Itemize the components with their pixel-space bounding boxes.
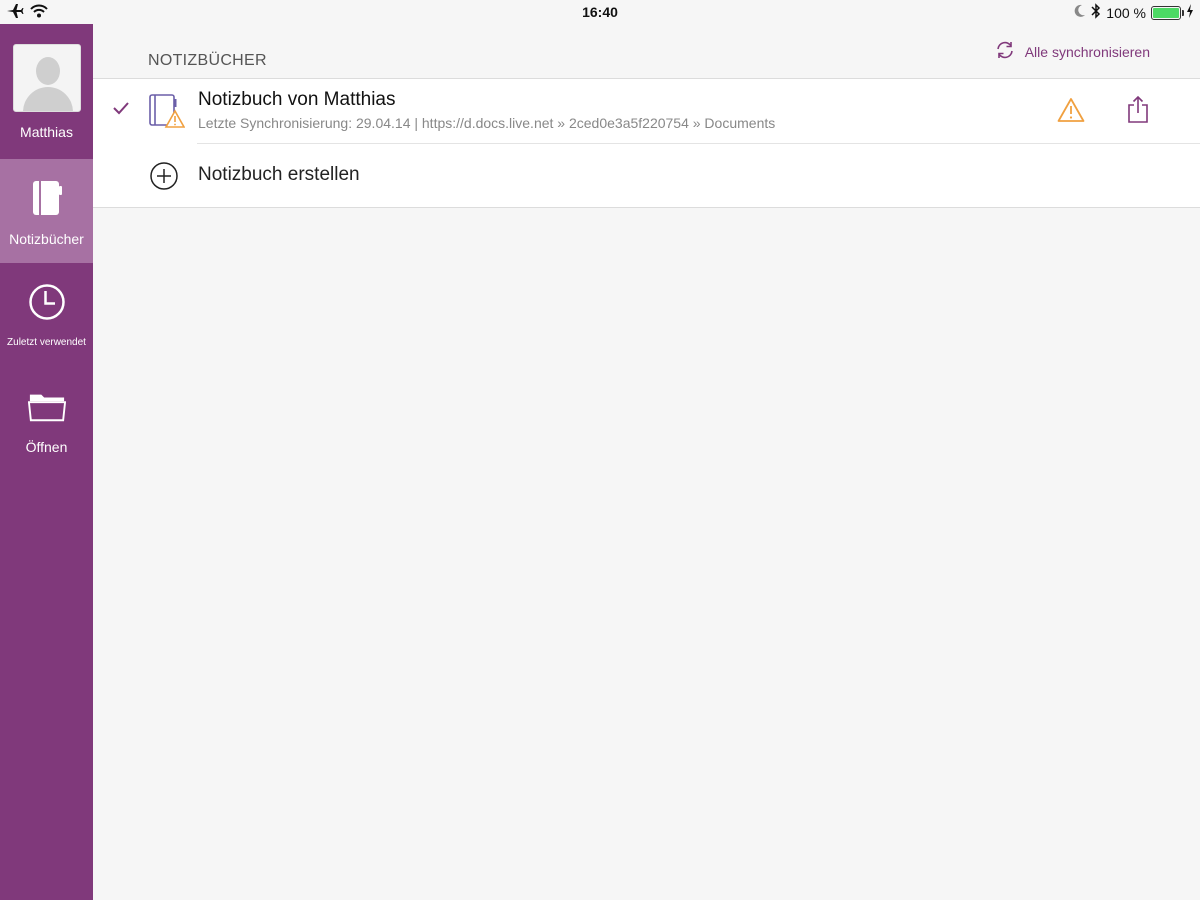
charging-icon	[1186, 4, 1194, 21]
battery-icon	[1151, 5, 1184, 20]
avatar-head	[35, 57, 60, 85]
main-content: NOTIZBÜCHER Alle synchronisieren Notizbu…	[93, 24, 1200, 900]
clock-icon	[28, 283, 66, 321]
avatar[interactable]	[12, 44, 81, 112]
sync-all-label: Alle synchronisieren	[1024, 43, 1150, 60]
profile[interactable]: Matthias	[0, 24, 93, 159]
notebook-list: Notizbuch von Matthias Letzte Synchronis…	[93, 78, 1200, 208]
checkmark-icon	[113, 101, 129, 120]
sidebar-item-notebooks[interactable]: Notizbücher	[0, 159, 93, 263]
notebook-row-content: Notizbuch von Matthias Letzte Synchronis…	[93, 79, 1200, 143]
share-icon[interactable]	[1127, 95, 1149, 128]
sidebar-item-label: Öffnen	[25, 439, 68, 455]
warning-icon[interactable]	[1057, 97, 1085, 128]
main-header: NOTIZBÜCHER Alle synchronisieren	[93, 24, 1200, 78]
notebook-row[interactable]: Notizbuch von Matthias Letzte Synchronis…	[93, 79, 1200, 143]
profile-name: Matthias	[20, 124, 73, 140]
sidebar: Matthias Notizbücher Zuletzt verwendet Ö…	[0, 24, 93, 900]
sync-all-button[interactable]: Alle synchronisieren	[995, 40, 1150, 63]
notebook-title: Notizbuch von Matthias	[198, 89, 396, 110]
moon-icon	[1074, 4, 1086, 21]
create-notebook-row[interactable]: Notizbuch erstellen	[150, 143, 1200, 207]
sidebar-item-label: Notizbücher	[9, 231, 84, 247]
notebook-warning-icon	[149, 93, 186, 134]
status-bar: 16:40 100 %	[0, 0, 1200, 24]
create-notebook-content: Notizbuch erstellen	[93, 144, 1200, 208]
battery-text: 100 %	[1106, 4, 1146, 21]
status-right: 100 %	[1074, 3, 1194, 22]
section-title: NOTIZBÜCHER	[148, 52, 267, 69]
notebook-sync-info: Letzte Synchronisierung: 29.04.14 | http…	[198, 115, 776, 131]
status-time: 16:40	[582, 4, 618, 20]
notebook-icon	[28, 179, 66, 217]
folder-icon	[27, 387, 66, 425]
plus-circle-icon	[149, 161, 179, 196]
sync-icon	[995, 40, 1015, 63]
create-notebook-label: Notizbuch erstellen	[198, 164, 360, 185]
avatar-body	[22, 87, 73, 111]
battery-fill	[1153, 7, 1179, 18]
sidebar-item-label: Zuletzt verwendet	[7, 337, 86, 348]
bluetooth-icon	[1091, 3, 1101, 22]
sidebar-item-open[interactable]: Öffnen	[0, 367, 93, 471]
sidebar-item-recent[interactable]: Zuletzt verwendet	[0, 263, 93, 367]
